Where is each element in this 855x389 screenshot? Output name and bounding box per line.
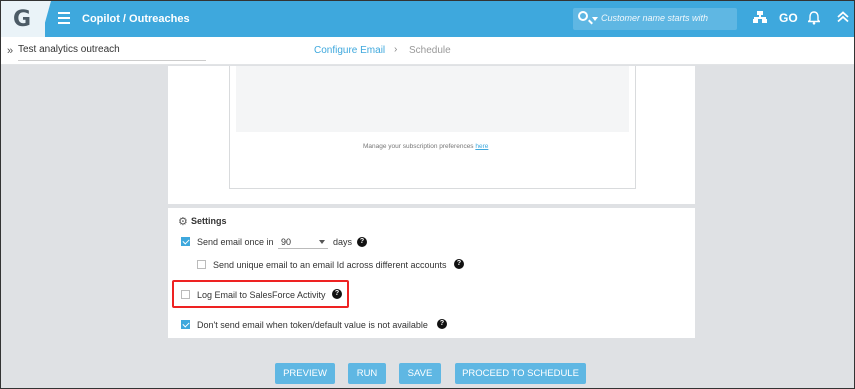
double-chevron-up-icon[interactable] <box>837 11 849 26</box>
search-dropdown-caret-icon[interactable] <box>592 17 598 21</box>
menu-icon[interactable] <box>58 12 70 24</box>
help-icon[interactable]: ? <box>357 237 367 247</box>
days-label: days <box>333 237 353 247</box>
log-email-label: Log Email to SalesForce Activity <box>197 290 326 300</box>
gear-icon: ⚙ <box>178 216 188 228</box>
app-window: G Copilot / Outreaches Customer name sta… <box>0 0 855 389</box>
days-value: 90 <box>281 237 292 247</box>
top-header: G Copilot / Outreaches Customer name sta… <box>1 1 854 37</box>
unique-email-label: Send unique email to an email Id across … <box>213 260 447 270</box>
send-once-label: Send email once in <box>197 237 274 247</box>
sub-header: » Test analytics outreach Configure Emai… <box>1 37 854 65</box>
search-icon <box>578 11 588 21</box>
hierarchy-icon[interactable] <box>753 11 767 25</box>
bell-icon[interactable] <box>806 11 822 25</box>
subscription-link[interactable]: here <box>475 143 488 150</box>
settings-title: Settings <box>191 216 227 226</box>
expand-panel-icon[interactable]: » <box>7 45 13 57</box>
help-icon[interactable]: ? <box>332 289 342 299</box>
subscription-text: Manage your subscription preferences her… <box>363 143 489 150</box>
no-default-label: Don't send email when token/default valu… <box>197 320 428 330</box>
chevron-right-icon: › <box>394 44 398 55</box>
chevron-down-icon <box>319 240 325 244</box>
email-body-preview <box>236 66 629 132</box>
send-once-checkbox[interactable] <box>181 237 190 246</box>
search-placeholder: Customer name starts with <box>601 13 709 23</box>
logo-slant <box>41 1 51 37</box>
preview-button[interactable]: PREVIEW <box>275 363 335 384</box>
tab-schedule[interactable]: Schedule <box>409 45 451 56</box>
run-button[interactable]: RUN <box>348 363 386 384</box>
days-select[interactable]: 90 <box>278 235 328 249</box>
outreach-name-field[interactable]: Test analytics outreach <box>18 44 206 61</box>
no-default-checkbox[interactable] <box>181 320 190 329</box>
log-email-checkbox[interactable] <box>181 290 190 299</box>
breadcrumb: Copilot / Outreaches <box>82 13 190 25</box>
save-button[interactable]: SAVE <box>399 363 441 384</box>
help-icon[interactable]: ? <box>437 319 447 329</box>
settings-card <box>168 208 695 338</box>
search-input[interactable]: Customer name starts with <box>573 8 737 30</box>
help-icon[interactable]: ? <box>454 259 464 269</box>
tab-configure-email[interactable]: Configure Email <box>314 45 385 56</box>
unique-email-checkbox[interactable] <box>197 260 206 269</box>
app-logo[interactable]: G <box>1 1 45 37</box>
logo-letter: G <box>13 7 32 32</box>
proceed-to-schedule-button[interactable]: PROCEED TO SCHEDULE <box>455 363 586 384</box>
go-button[interactable]: GO <box>779 11 798 25</box>
